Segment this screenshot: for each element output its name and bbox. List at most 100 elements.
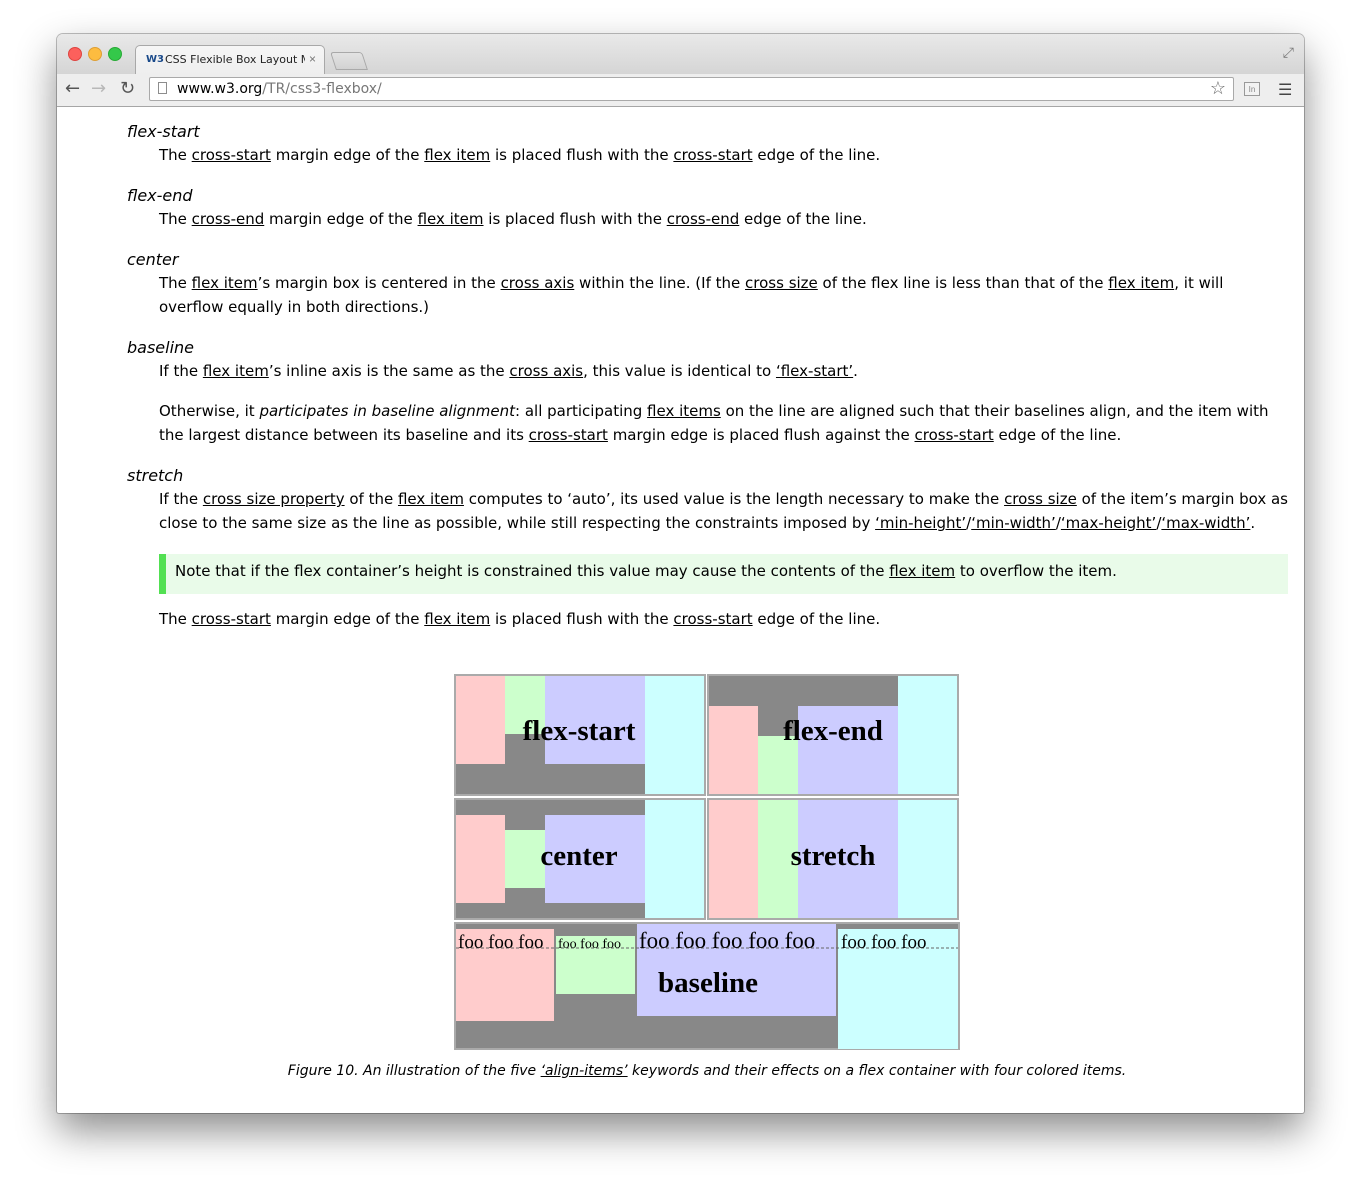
link-flex-item[interactable]: flex item xyxy=(398,490,464,508)
address-bar[interactable]: www.w3.org/TR/css3-flexbox/ ☆ xyxy=(149,77,1234,101)
item-cyan xyxy=(898,800,957,918)
zoom-window-button[interactable] xyxy=(108,47,122,61)
link-cross-start[interactable]: cross-start xyxy=(192,610,271,628)
new-tab-button[interactable] xyxy=(330,52,368,70)
close-window-button[interactable] xyxy=(68,47,82,61)
link-max-height[interactable]: ‘max-height’ xyxy=(1061,514,1156,532)
label-baseline: baseline xyxy=(658,967,758,999)
figure-caption: Figure 10. An illustration of the five ‘… xyxy=(57,1063,1304,1079)
foo-text-blue: foo foo foo foo foo xyxy=(639,928,815,953)
browser-tab[interactable]: W3 CSS Flexible Box Layout Module × xyxy=(135,45,325,75)
link-flex-item[interactable]: flex item xyxy=(203,362,269,380)
link-cross-size[interactable]: cross size xyxy=(745,274,818,292)
foo-text-cyan: foo foo foo xyxy=(841,932,926,953)
definition-stretch: If the cross size property of the flex i… xyxy=(159,487,1289,535)
link-flex-item[interactable]: flex item xyxy=(192,274,258,292)
link-cross-start[interactable]: cross-start xyxy=(915,426,994,444)
link-min-width[interactable]: ‘min-width’ xyxy=(971,514,1056,532)
term-flex-end: flex-end xyxy=(127,186,193,205)
text: to overflow the item. xyxy=(955,562,1117,580)
link-flex-item[interactable]: flex item xyxy=(418,210,484,228)
definition-baseline-p1: If the flex item’s inline axis is the sa… xyxy=(159,359,1289,383)
label-center: center xyxy=(540,840,617,872)
link-cross-start[interactable]: cross-start xyxy=(529,426,608,444)
text: margin edge of the xyxy=(270,146,425,164)
text: computes to ‘auto’, its used value is th… xyxy=(463,490,1005,508)
text: . xyxy=(853,362,858,380)
menu-icon[interactable]: ☰ xyxy=(1278,80,1292,100)
text: The xyxy=(159,274,192,292)
link-cross-size[interactable]: cross size xyxy=(1004,490,1077,508)
minimize-window-button[interactable] xyxy=(88,47,102,61)
link-flex-item[interactable]: flex item xyxy=(1108,274,1174,292)
link-cross-axis[interactable]: cross axis xyxy=(509,362,583,380)
text: The xyxy=(159,210,192,228)
link-cross-axis[interactable]: cross axis xyxy=(501,274,575,292)
term-flex-start: flex-start xyxy=(127,122,200,141)
link-flex-item[interactable]: flex item xyxy=(424,610,490,628)
page-content: flex-start The cross-start margin edge o… xyxy=(57,107,1304,1113)
panel-flex-end: flex-end xyxy=(707,674,959,796)
text: If the xyxy=(159,490,203,508)
browser-window: W3 CSS Flexible Box Layout Module × ⤢ ← … xyxy=(57,34,1304,1113)
link-flex-item[interactable]: flex item xyxy=(424,146,490,164)
link-min-height[interactable]: ‘min-height’ xyxy=(875,514,966,532)
text: The xyxy=(159,146,192,164)
text: edge of the line. xyxy=(993,426,1122,444)
text: of the flex line is less than that of th… xyxy=(817,274,1109,292)
foo-text-red: foo foo foo xyxy=(458,932,543,953)
fullscreen-icon[interactable]: ⤢ xyxy=(1283,44,1294,61)
link-cross-size-property[interactable]: cross size property xyxy=(203,490,345,508)
text: margin edge of the xyxy=(264,210,418,228)
align-items-figure: flex-start flex-end center stretch foo f… xyxy=(454,674,960,1050)
link-cross-start[interactable]: cross-start xyxy=(673,610,752,628)
tab-title: CSS Flexible Box Layout Module xyxy=(165,53,305,66)
text: . xyxy=(1250,514,1256,532)
url-path: /TR/css3-flexbox/ xyxy=(262,81,382,97)
text: The xyxy=(159,610,192,628)
label-stretch: stretch xyxy=(791,840,876,872)
item-red xyxy=(456,815,505,903)
item-cyan xyxy=(898,676,957,794)
panel-center: center xyxy=(454,798,706,920)
back-arrow-icon[interactable]: ← xyxy=(65,78,80,99)
text: Otherwise, it xyxy=(159,402,260,420)
label-flex-start: flex-start xyxy=(523,715,636,747)
reload-icon[interactable]: ↻ xyxy=(120,78,135,99)
link-flex-item[interactable]: flex item xyxy=(889,562,955,580)
panel-baseline: foo foo foo foo foo foo foo foo foo foo … xyxy=(454,922,960,1050)
text: , this value is identical to xyxy=(583,362,776,380)
label-flex-end: flex-end xyxy=(783,715,883,747)
text: is placed flush with the xyxy=(490,610,674,628)
panel-stretch: stretch xyxy=(707,798,959,920)
extension-icon[interactable]: In xyxy=(1244,82,1260,96)
link-align-items[interactable]: ‘align-items’ xyxy=(541,1063,628,1079)
term-center: center xyxy=(127,250,179,269)
text: If the xyxy=(159,362,203,380)
url-text[interactable]: www.w3.org/TR/css3-flexbox/ xyxy=(177,81,382,97)
link-cross-end[interactable]: cross-end xyxy=(667,210,740,228)
definition-flex-end: The cross-end margin edge of the flex it… xyxy=(159,207,1289,231)
text: Figure 10. An illustration of the five xyxy=(287,1063,541,1079)
bookmark-star-icon[interactable]: ☆ xyxy=(1210,78,1226,99)
definition-baseline-p2: Otherwise, it participates in baseline a… xyxy=(159,399,1289,447)
item-cyan xyxy=(645,676,704,794)
browser-toolbar: ← → ↻ www.w3.org/TR/css3-flexbox/ ☆ In ☰ xyxy=(57,74,1304,107)
definition-stretch-p3: The cross-start margin edge of the flex … xyxy=(159,607,1289,631)
w3c-favicon-icon: W3 xyxy=(146,54,164,65)
term-stretch: stretch xyxy=(127,466,184,485)
item-green xyxy=(505,830,545,888)
text: edge of the line. xyxy=(739,210,867,228)
link-cross-start[interactable]: cross-start xyxy=(192,146,271,164)
item-red xyxy=(709,706,758,794)
text: keywords and their effects on a flex con… xyxy=(627,1063,1127,1079)
link-cross-start[interactable]: cross-start xyxy=(673,146,752,164)
text: within the line. (If the xyxy=(574,274,746,292)
url-host: www.w3.org xyxy=(177,81,263,97)
link-cross-end[interactable]: cross-end xyxy=(192,210,265,228)
tab-close-icon[interactable]: × xyxy=(309,52,316,66)
link-max-width[interactable]: ‘max-width’ xyxy=(1161,514,1250,532)
forward-arrow-icon[interactable]: → xyxy=(91,78,106,99)
link-flex-start[interactable]: ‘flex-start’ xyxy=(776,362,853,380)
link-flex-items[interactable]: flex items xyxy=(647,402,721,420)
